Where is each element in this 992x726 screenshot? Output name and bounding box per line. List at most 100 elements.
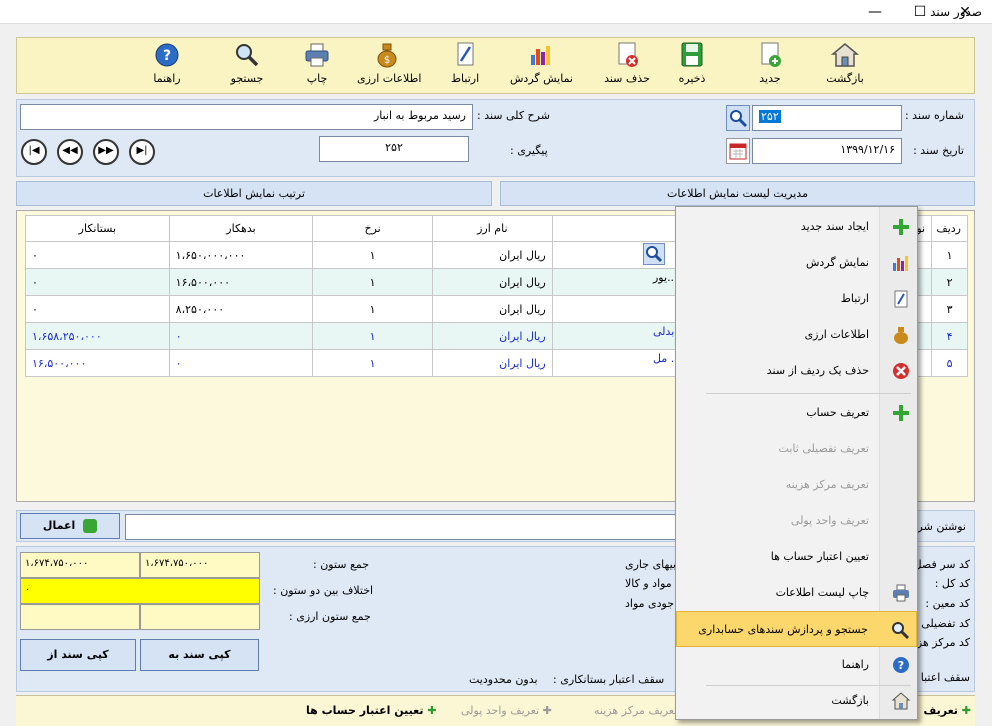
row-search-button[interactable] <box>643 243 665 265</box>
col-total-label: جمع ستون : <box>313 558 370 571</box>
help-icon: ? <box>893 657 909 673</box>
copy-to-button[interactable]: کپی سند به <box>140 639 259 671</box>
cell-rate[interactable]: ۱ <box>312 322 433 350</box>
menu-item-currency-info[interactable]: اطلاعات ارزی <box>676 317 917 353</box>
followup-field[interactable]: ۲۵۲ <box>319 136 469 162</box>
menu-item-delete-row[interactable]: حذف یک ردیف از سند <box>676 353 917 389</box>
assign-credit-link[interactable]: ✚ تعیین اعتبار حساب ها <box>306 704 437 717</box>
save-disk-icon <box>681 42 703 67</box>
menu-item-define-cost-center[interactable]: تعریف مرکز هزینه <box>676 467 917 503</box>
plus-icon: ✚ <box>427 704 437 717</box>
code-label: کد مرکز هز <box>916 636 970 649</box>
cell-currency[interactable]: ریال ایران <box>431 322 553 350</box>
toolbar-print-label: چاپ <box>306 72 328 85</box>
cell-currency[interactable]: ریال ایران <box>431 349 553 377</box>
menu-item-search-process[interactable]: جستجو و پردازش سندهای حسابداری <box>676 611 917 647</box>
calendar-icon <box>729 143 747 160</box>
menu-item-link[interactable]: ارتباط <box>676 281 917 317</box>
cell-credit[interactable]: ۰ <box>25 241 170 269</box>
menu-item-label: چاپ لیست اطلاعات <box>775 586 869 599</box>
doc-number-field[interactable]: ۲۵۲ <box>752 105 902 131</box>
cell-credit[interactable]: ۰ <box>25 295 170 323</box>
new-document-icon <box>761 42 781 67</box>
menu-item-assign-credit[interactable]: تعیین اعتبار حساب ها <box>676 539 917 575</box>
cell-credit[interactable]: ۱۶،۵۰۰،۰۰۰ <box>25 349 170 377</box>
toolbar-currency-button[interactable]: $ اطلاعات ارزی <box>357 41 422 93</box>
toolbar-new-label: جدید <box>759 72 781 85</box>
minimize-button[interactable]: — <box>860 2 890 22</box>
last-record-button[interactable]: ▶| <box>129 139 155 165</box>
define-cost-center-link[interactable]: تعریف مرکز هزینه <box>594 704 677 717</box>
toolbar-save-button[interactable]: ذخیره <box>662 41 722 93</box>
calendar-button[interactable] <box>726 138 750 164</box>
svg-text:$: $ <box>384 55 390 66</box>
cell-row-no: ۴ <box>931 322 968 350</box>
define-partial-link[interactable]: ✚ تعریف <box>924 704 971 717</box>
doc-date-field[interactable]: ۱۳۹۹/۱۲/۱۶ <box>752 138 902 164</box>
toolbar-currency-label: اطلاعات ارزی <box>357 72 422 85</box>
maximize-button[interactable]: ☐ <box>905 2 935 22</box>
menu-item-define-currency-unit[interactable]: تعریف واحد پولی <box>676 503 917 539</box>
cell-credit[interactable]: ۰ <box>25 268 170 296</box>
menu-item-back[interactable]: بازگشت <box>676 683 917 719</box>
cell-rate[interactable]: ۱ <box>312 349 433 377</box>
doc-search-button[interactable] <box>726 105 750 131</box>
cell-rate[interactable]: ۱ <box>312 295 433 323</box>
cell-rate[interactable]: ۱ <box>312 268 433 296</box>
rewind-icon: ◀◀ <box>62 145 78 156</box>
toolbar-chart-label: نمایش گردش <box>510 72 573 85</box>
copy-from-button[interactable]: کپی سند از <box>20 639 136 671</box>
sort-display-button[interactable]: ترتیب نمایش اطلاعات <box>16 181 492 206</box>
cell-debit[interactable]: ۱۶،۵۰۰،۰۰۰ <box>168 268 314 296</box>
cell-rate[interactable]: ۱ <box>312 241 433 269</box>
define-cost-center-label: تعریف مرکز هزینه <box>594 704 678 717</box>
write-desc-input[interactable] <box>125 514 685 540</box>
manage-list-button[interactable]: مدیریت لیست نمایش اطلاعات <box>500 181 975 206</box>
first-record-button[interactable]: |◀ <box>21 139 47 165</box>
toolbar-print-button[interactable]: چاپ <box>287 41 347 93</box>
cell-currency[interactable]: ریال ایران <box>431 241 553 269</box>
cell-credit[interactable]: ۱،۶۵۸،۲۵۰،۰۰۰ <box>25 322 170 350</box>
toolbar-delete-button[interactable]: حذف سند <box>597 41 657 93</box>
cell-currency[interactable]: ریال ایران <box>431 295 553 323</box>
menu-item-label: تعریف تفصیلی ثابت <box>778 442 869 455</box>
next-record-button[interactable]: ▶▶ <box>93 139 119 165</box>
cell-debit[interactable]: ۰ <box>168 349 314 377</box>
cell-debit[interactable]: ۰ <box>168 322 314 350</box>
printer-icon <box>305 43 329 67</box>
menu-item-define-account[interactable]: تعریف حساب <box>676 395 917 431</box>
title-bar: صدور سند — ☐ ✕ <box>0 0 992 24</box>
toolbar-help-button[interactable]: ? راهنما <box>137 41 197 93</box>
menu-item-help[interactable]: راهنما ? <box>676 647 917 683</box>
house-icon <box>830 43 860 67</box>
menu-item-label: جستجو و پردازش سندهای حسابداری <box>698 623 868 636</box>
menu-item-define-fixed-detail[interactable]: تعریف تفصیلی ثابت <box>676 431 917 467</box>
copy-from-label: کپی سند از <box>47 648 109 661</box>
col-header-credit[interactable]: بستانکار <box>25 215 170 242</box>
col-header-rate[interactable]: نرخ <box>312 215 433 242</box>
svg-text:?: ? <box>163 48 171 64</box>
cell-debit[interactable]: ۱،۶۵۰،۰۰۰،۰۰۰ <box>168 241 314 269</box>
cell-debit[interactable]: ۸،۲۵۰،۰۰۰ <box>168 295 314 323</box>
prev-record-button[interactable]: ◀◀ <box>57 139 83 165</box>
toolbar-search-button[interactable]: جستجو <box>217 41 277 93</box>
close-button[interactable]: ✕ <box>950 2 980 22</box>
toolbar-new-button[interactable]: جدید <box>740 41 800 93</box>
toolbar-chart-button[interactable]: نمایش گردش <box>510 41 573 93</box>
cell-currency[interactable]: ریال ایران <box>431 268 553 296</box>
toolbar-back-button[interactable]: بازگشت <box>815 41 875 93</box>
menu-item-new-document[interactable]: ایجاد سند جدید <box>676 209 917 245</box>
menu-item-show-flow[interactable]: نمایش گردش <box>676 245 917 281</box>
menu-item-label: تعیین اعتبار حساب ها <box>770 550 869 563</box>
plus-icon <box>893 405 909 421</box>
toolbar-link-button[interactable]: ارتباط <box>435 41 495 93</box>
apply-button[interactable]: اعمال <box>20 513 120 539</box>
diff-label: اختلاف بین دو ستون : <box>273 584 374 597</box>
define-unit-link[interactable]: ✚ تعریف واحد پولی <box>461 704 552 717</box>
col-header-debit[interactable]: بدهکار <box>168 215 314 242</box>
general-desc-field[interactable]: رسید مربوط به انبار <box>20 104 473 130</box>
col-header-row-no[interactable]: ردیف <box>931 215 968 242</box>
menu-item-print-list[interactable]: چاپ لیست اطلاعات <box>676 575 917 611</box>
menu-item-label: تعریف مرکز هزینه <box>785 478 869 491</box>
col-header-currency[interactable]: نام ارز <box>431 215 553 242</box>
